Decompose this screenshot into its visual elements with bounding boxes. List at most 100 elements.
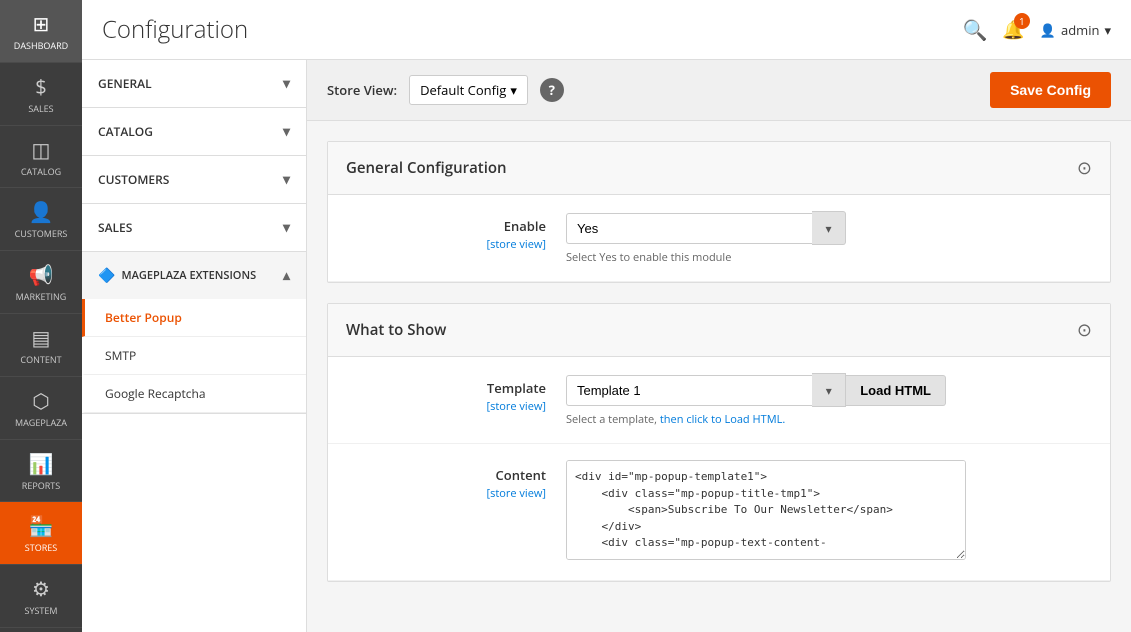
sales-section-header[interactable]: SALES ▾ xyxy=(82,204,306,251)
sales-chevron-icon: ▾ xyxy=(283,218,290,237)
catalog-chevron-icon: ▾ xyxy=(283,122,290,141)
customers-icon: 👤 xyxy=(29,198,54,225)
catalog-section-header[interactable]: CATALOG ▾ xyxy=(82,108,306,155)
content-textarea[interactable]: <div id="mp-popup-template1"> <div class… xyxy=(566,460,966,560)
stores-icon: 🏪 xyxy=(29,512,54,539)
sidebar-item-mageplaza[interactable]: ⬡ MAGEPLAZA xyxy=(0,377,82,440)
catalog-section-label: CATALOG xyxy=(98,123,153,140)
store-view-dropdown-icon: ▾ xyxy=(510,81,517,99)
system-icon: ⚙ xyxy=(32,575,50,602)
template-wrapper: Template 1 Template 2 Template 3 ▾ Load … xyxy=(566,373,946,407)
mageplaza-section-label: MAGEPLAZA EXTENSIONS xyxy=(121,268,256,283)
user-icon: 👤 xyxy=(1040,21,1056,39)
customers-chevron-icon: ▾ xyxy=(283,170,290,189)
what-to-show-title: What to Show xyxy=(346,320,446,340)
sales-section-label: SALES xyxy=(98,219,132,236)
sidebar-item-customers-label: CUSTOMERS xyxy=(15,229,68,240)
enable-field-scope: [store view] xyxy=(346,237,546,252)
enable-select[interactable]: Yes No xyxy=(566,213,812,244)
dashboard-icon: ⊞ xyxy=(33,10,50,37)
template-hint-text: Select a template, xyxy=(566,412,660,427)
config-main: Store View: Default Config ▾ ? Save Conf… xyxy=(307,60,1131,632)
sidebar-item-mageplaza-label: MAGEPLAZA xyxy=(15,418,67,429)
mageplaza-submenu: Better Popup SMTP Google Recaptcha xyxy=(82,299,306,413)
content-input-col: <div id="mp-popup-template1"> <div class… xyxy=(566,460,1092,564)
what-to-show-collapse-icon[interactable]: ⊙ xyxy=(1077,318,1092,342)
enable-select-arrow[interactable]: ▾ xyxy=(812,211,846,245)
sidebar-item-content-label: CONTENT xyxy=(20,355,61,366)
reports-icon: 📊 xyxy=(29,450,54,477)
content-area: GENERAL ▾ CATALOG ▾ CUSTOMERS ▾ xyxy=(82,60,1131,632)
sidebar-item-catalog[interactable]: ◫ CATALOG xyxy=(0,126,82,189)
content-field-label: Content xyxy=(496,466,546,484)
general-collapse-icon[interactable]: ⊙ xyxy=(1077,156,1092,180)
sidebar-item-catalog-label: CATALOG xyxy=(21,167,61,178)
config-section-customers: CUSTOMERS ▾ xyxy=(82,156,306,204)
submenu-item-google-recaptcha[interactable]: Google Recaptcha xyxy=(82,375,306,413)
config-section-general: GENERAL ▾ xyxy=(82,60,306,108)
mageplaza-icon: ⬡ xyxy=(32,387,49,414)
sidebar-item-stores[interactable]: 🏪 STORES xyxy=(0,502,82,565)
enable-input-col: Yes No ▾ Select Yes to enable this modul… xyxy=(566,211,1092,265)
catalog-icon: ◫ xyxy=(32,136,51,163)
sidebar-item-customers[interactable]: 👤 CUSTOMERS xyxy=(0,188,82,251)
template-select-wrap: Template 1 Template 2 Template 3 ▾ xyxy=(566,373,846,407)
sidebar-item-sales[interactable]: $ SALES xyxy=(0,63,82,126)
sidebar-item-dashboard-label: DASHBOARD xyxy=(14,41,68,52)
general-chevron-icon: ▾ xyxy=(283,74,290,93)
store-view-select[interactable]: Default Config ▾ xyxy=(409,75,528,105)
template-hint: Select a template, then click to Load HT… xyxy=(566,412,1092,427)
admin-dropdown-icon: ▾ xyxy=(1104,21,1111,39)
help-icon[interactable]: ? xyxy=(540,78,564,102)
topbar: Configuration 🔍 🔔 1 👤 admin ▾ xyxy=(82,0,1131,60)
save-config-button[interactable]: Save Config xyxy=(990,72,1111,108)
enable-field-row: Enable [store view] Yes No ▾ Select Yes … xyxy=(328,195,1110,282)
template-field-row: Template [store view] Template 1 Templat… xyxy=(328,357,1110,444)
submenu-item-smtp[interactable]: SMTP xyxy=(82,337,306,375)
topbar-right: 🔍 🔔 1 👤 admin ▾ xyxy=(962,16,1111,43)
sidebar-item-marketing-label: MARKETING xyxy=(16,292,67,303)
content-label-col: Content [store view] xyxy=(346,460,566,501)
config-section-catalog: CATALOG ▾ xyxy=(82,108,306,156)
template-select-arrow[interactable]: ▾ xyxy=(812,373,846,407)
what-to-show-header: What to Show ⊙ xyxy=(328,304,1110,357)
sidebar-item-content[interactable]: ▤ CONTENT xyxy=(0,314,82,377)
page-title: Configuration xyxy=(102,13,248,46)
mageplaza-title-row: 🔷 MAGEPLAZA EXTENSIONS xyxy=(98,266,256,285)
store-view-left: Store View: Default Config ▾ ? xyxy=(327,75,564,105)
content-field-row: Content [store view] <div id="mp-popup-t… xyxy=(328,444,1110,581)
submenu-item-better-popup[interactable]: Better Popup xyxy=(82,299,306,337)
admin-user-menu[interactable]: 👤 admin ▾ xyxy=(1040,21,1111,39)
sidebar-item-stores-label: STORES xyxy=(25,543,57,554)
search-icon[interactable]: 🔍 xyxy=(962,16,987,43)
customers-section-label: CUSTOMERS xyxy=(98,171,169,188)
notifications-icon[interactable]: 🔔 1 xyxy=(1002,18,1024,42)
mageplaza-m-icon: 🔷 xyxy=(98,266,115,285)
config-sidebar: GENERAL ▾ CATALOG ▾ CUSTOMERS ▾ xyxy=(82,60,307,632)
marketing-icon: 📢 xyxy=(29,261,54,288)
store-view-value: Default Config xyxy=(420,81,506,99)
template-select[interactable]: Template 1 Template 2 Template 3 xyxy=(566,375,812,406)
template-field-label: Template xyxy=(487,379,546,397)
general-config-title: General Configuration xyxy=(346,158,507,178)
sidebar-item-marketing[interactable]: 📢 MARKETING xyxy=(0,251,82,314)
load-html-button[interactable]: Load HTML xyxy=(846,375,946,406)
template-hint-link[interactable]: then click to Load HTML. xyxy=(660,412,785,427)
mageplaza-section-header[interactable]: 🔷 MAGEPLAZA EXTENSIONS ▴ xyxy=(82,252,306,299)
customers-section-header[interactable]: CUSTOMERS ▾ xyxy=(82,156,306,203)
enable-hint: Select Yes to enable this module xyxy=(566,250,1092,265)
general-section-header[interactable]: GENERAL ▾ xyxy=(82,60,306,107)
content-field-scope: [store view] xyxy=(346,486,546,501)
notification-badge: 1 xyxy=(1014,13,1030,29)
config-section-sales: SALES ▾ xyxy=(82,204,306,252)
store-view-bar: Store View: Default Config ▾ ? Save Conf… xyxy=(307,60,1131,121)
template-input-col: Template 1 Template 2 Template 3 ▾ Load … xyxy=(566,373,1092,427)
content-icon: ▤ xyxy=(32,324,51,351)
sidebar-item-system[interactable]: ⚙ SYSTEM xyxy=(0,565,82,628)
sidebar-item-sales-label: SALES xyxy=(28,104,53,115)
sidebar-item-reports-label: REPORTS xyxy=(22,481,60,492)
sidebar-item-reports[interactable]: 📊 REPORTS xyxy=(0,440,82,503)
sidebar-item-dashboard[interactable]: ⊞ DASHBOARD xyxy=(0,0,82,63)
general-config-panel: General Configuration ⊙ Enable [store vi… xyxy=(327,141,1111,283)
enable-select-wrapper: Yes No ▾ xyxy=(566,211,846,245)
